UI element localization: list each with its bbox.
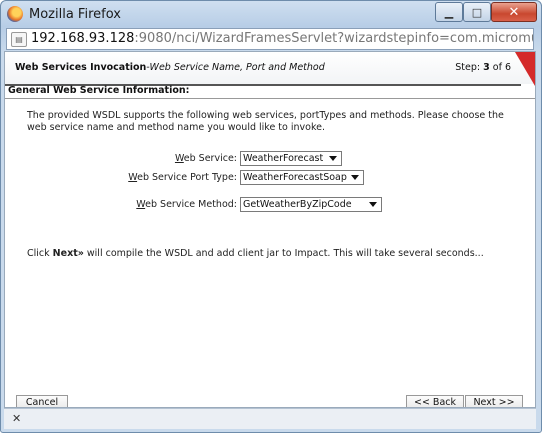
maximize-button[interactable]: □: [463, 2, 491, 22]
port-type-label: Web Service Port Type:: [128, 172, 237, 183]
section-title: General Web Service Information:: [8, 85, 190, 96]
step-total: of 6: [492, 62, 511, 73]
method-value: GetWeatherByZipCode: [243, 199, 352, 210]
step-label: Step:: [455, 62, 481, 73]
wizard-title-main: Web Services Invocation: [15, 62, 147, 73]
url-host: 192.168.93.128: [31, 31, 135, 46]
firefox-logo-icon: [7, 6, 23, 22]
close-button[interactable]: ✕: [491, 2, 537, 22]
minimize-button[interactable]: ▁: [435, 2, 463, 22]
web-service-select[interactable]: WeatherForecast: [240, 151, 342, 166]
address-bar[interactable]: ▤ 192.168.93.128:9080/nci/WizardFramesSe…: [6, 28, 534, 50]
page-content: Web Services Invocation-Web Service Name…: [4, 51, 536, 408]
wizard-title: Web Services Invocation-Web Service Name…: [15, 62, 325, 73]
chevron-down-icon: [351, 175, 359, 180]
method-label: Web Service Method:: [136, 199, 237, 210]
title-bar: Mozilla Firefox ▁ □ ✕: [1, 1, 541, 27]
chevron-down-icon: [369, 202, 377, 207]
web-service-label: Web Service:: [174, 153, 237, 164]
step-current: 3: [483, 62, 490, 73]
window-title: Mozilla Firefox: [29, 7, 121, 22]
method-select[interactable]: GetWeatherByZipCode: [240, 197, 382, 212]
port-type-select[interactable]: WeatherForecastSoap: [240, 170, 364, 185]
close-icon[interactable]: ✕: [12, 412, 21, 425]
wizard-title-sub: -Web Service Name, Port and Method: [146, 62, 325, 73]
chevron-down-icon: [329, 156, 337, 161]
compile-note: Click Next» will compile the WSDL and ad…: [27, 248, 484, 259]
step-indicator: Step: 3 of 6: [455, 62, 511, 73]
accent-triangle: [515, 52, 535, 86]
url-path: :9080/nci/WizardFramesServlet?wizardstep…: [134, 31, 533, 46]
web-service-value: WeatherForecast: [243, 153, 324, 164]
next-button[interactable]: Next >>: [465, 395, 523, 407]
description-text: The provided WSDL supports the following…: [27, 110, 504, 133]
status-bar: ✕: [4, 408, 536, 429]
wizard-header: Web Services Invocation-Web Service Name…: [5, 52, 535, 86]
page-icon: ▤: [11, 32, 27, 47]
cancel-button[interactable]: Cancel: [16, 395, 68, 407]
port-type-value: WeatherForecastSoap: [243, 172, 347, 183]
section-underline: [5, 98, 535, 99]
back-button[interactable]: << Back: [406, 395, 464, 407]
